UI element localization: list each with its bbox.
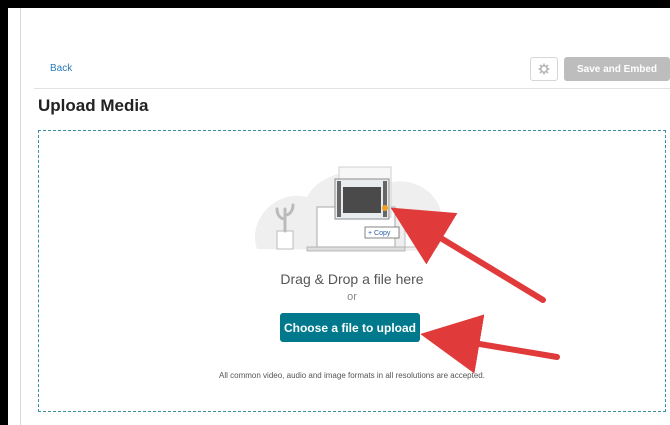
gear-icon	[538, 63, 550, 75]
choose-file-button[interactable]: Choose a file to upload	[280, 313, 420, 342]
screen-frame-left	[0, 0, 8, 425]
left-panel-edge	[8, 8, 21, 425]
screen-frame-top	[0, 0, 670, 8]
back-link[interactable]: Back	[50, 63, 72, 74]
drag-drop-text: Drag & Drop a file here	[280, 271, 424, 287]
upload-dropzone[interactable]: + Copy Drag & Drop a file here or Choose…	[38, 130, 666, 412]
copy-badge: + Copy	[368, 230, 391, 237]
top-toolbar: Back Save and Embed	[34, 52, 670, 89]
or-text: or	[347, 291, 357, 303]
upload-illustration: + Copy	[255, 166, 443, 252]
settings-button[interactable]	[530, 57, 558, 81]
supported-formats-text: All common video, audio and image format…	[219, 371, 485, 380]
save-and-embed-button[interactable]: Save and Embed	[564, 57, 670, 81]
page-title: Upload Media	[38, 96, 149, 115]
